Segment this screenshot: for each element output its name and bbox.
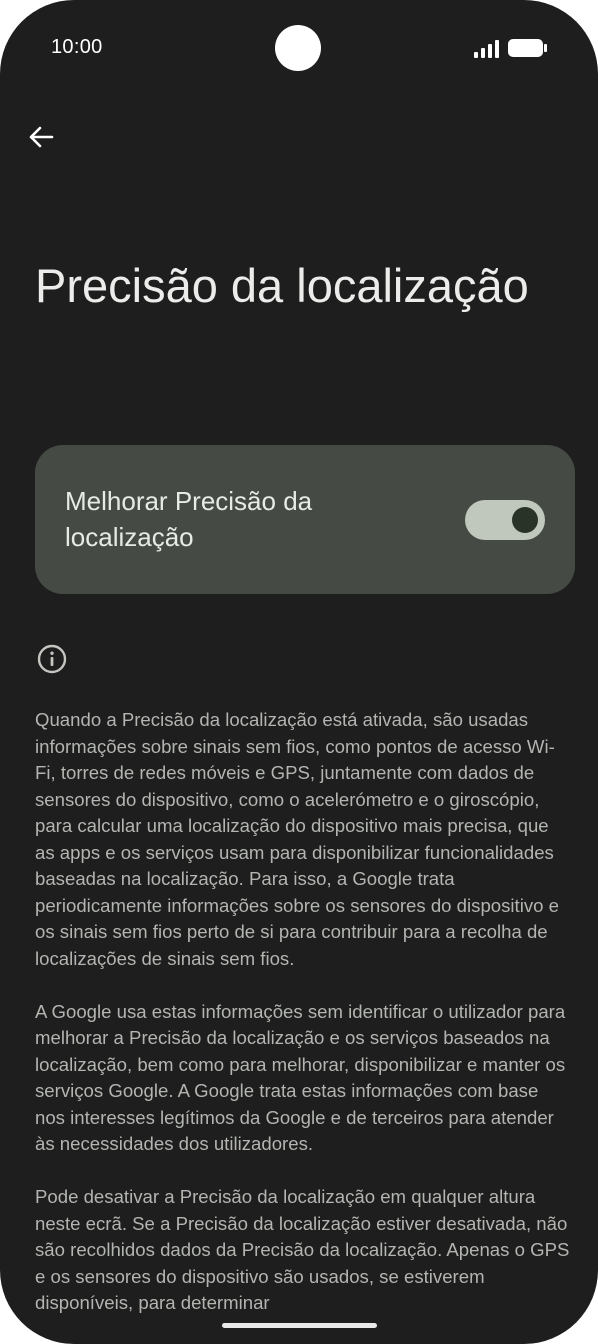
front-camera-cutout	[275, 25, 321, 71]
cell-signal-icon	[474, 40, 499, 58]
status-time: 10:00	[51, 36, 103, 58]
description-text: Quando a Precisão da localização está at…	[35, 707, 570, 1343]
improve-accuracy-switch[interactable]	[465, 500, 545, 540]
battery-icon	[508, 39, 547, 57]
arrow-left-icon	[29, 126, 54, 148]
page-title: Precisão da localização	[35, 259, 529, 312]
phone-screen: 10:00 Precisão da localização Melhorar P…	[0, 0, 598, 1344]
gesture-nav-handle[interactable]	[222, 1323, 377, 1328]
status-bar: 10:00	[0, 0, 598, 96]
switch-thumb	[512, 507, 538, 533]
back-button[interactable]	[20, 116, 62, 158]
description-paragraph: Pode desativar a Precisão da localização…	[35, 1186, 570, 1313]
info-icon	[37, 644, 67, 674]
description-paragraph: Quando a Precisão da localização está at…	[35, 709, 560, 969]
setting-label: Melhorar Precisão da localização	[65, 486, 313, 552]
improve-accuracy-setting[interactable]: Melhorar Precisão da localização	[35, 445, 575, 594]
description-paragraph: A Google usa estas informações sem ident…	[35, 1000, 566, 1155]
